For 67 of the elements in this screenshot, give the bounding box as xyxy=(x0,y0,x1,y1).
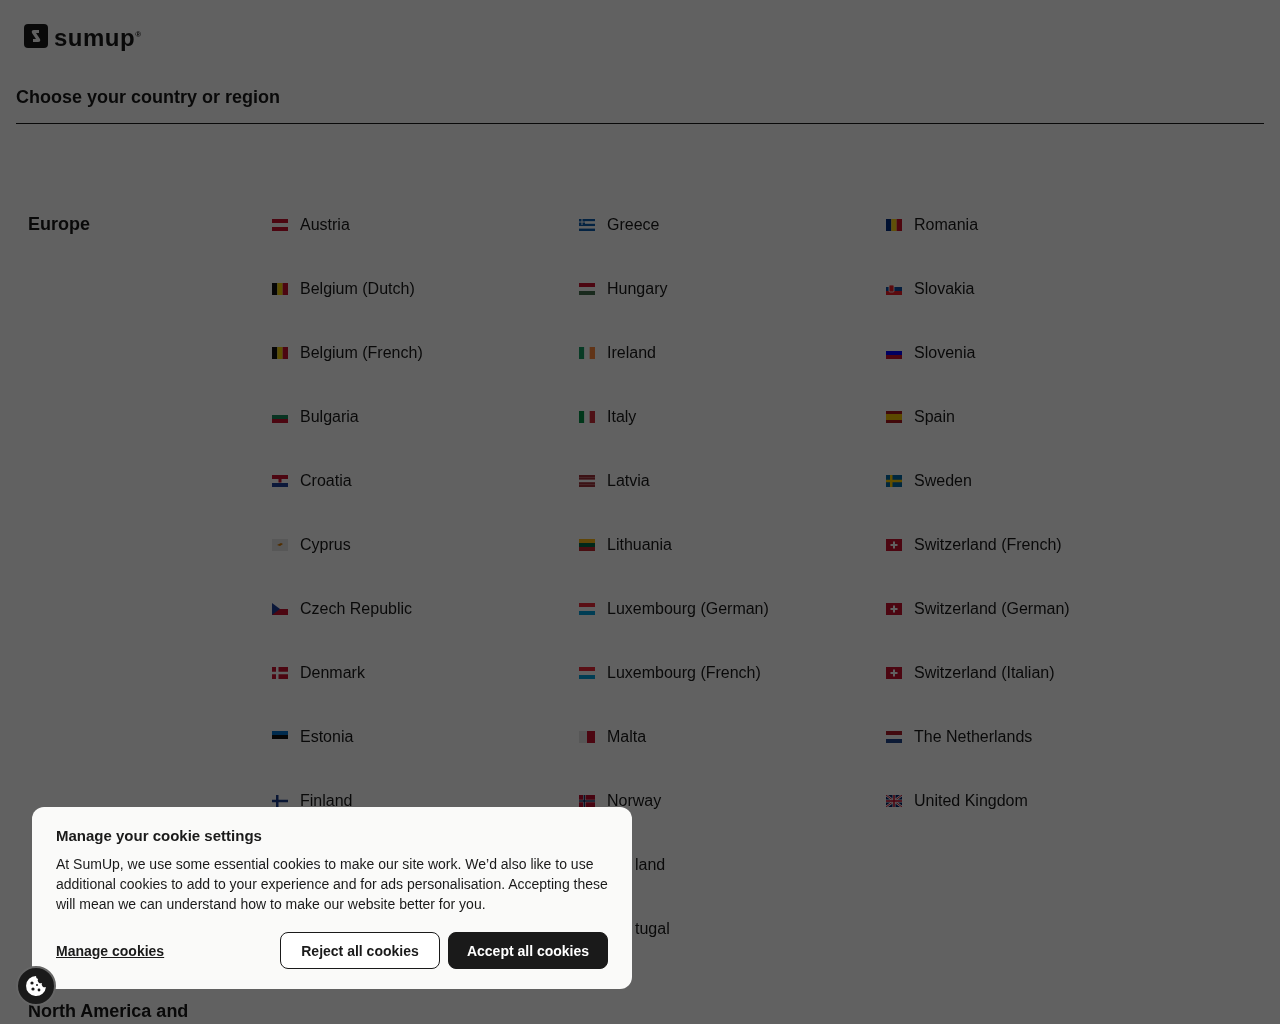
country-link[interactable]: Belgium (French) xyxy=(272,341,579,365)
country-link[interactable]: Norway xyxy=(579,789,886,813)
country-link[interactable]: Greece xyxy=(579,213,886,237)
country-link[interactable]: Cyprus xyxy=(272,533,579,557)
logo-wordmark: sumup$^{®}$ xyxy=(54,22,142,50)
page-title: Choose your country or region xyxy=(16,86,282,109)
country-link[interactable]: Sweden xyxy=(886,469,1193,493)
reject-button[interactable]: Reject all cookies xyxy=(280,932,440,969)
flag-icon xyxy=(579,539,595,551)
flag-icon xyxy=(579,347,595,359)
flag-icon xyxy=(886,475,902,487)
country-link[interactable]: United Kingdom xyxy=(886,789,1193,813)
flag-icon xyxy=(579,219,595,231)
country-link[interactable]: Malta xyxy=(579,725,886,749)
manage-cookies-link[interactable]: Manage cookies xyxy=(56,942,165,959)
flag-icon xyxy=(272,667,288,679)
flag-icon xyxy=(886,219,902,231)
cookie-icon xyxy=(24,974,48,998)
flag-icon xyxy=(579,603,595,615)
flag-icon xyxy=(272,347,288,359)
flag-icon xyxy=(886,731,902,743)
country-link[interactable]: Switzerland (Italian) xyxy=(886,661,1193,685)
country-link[interactable]: Romania xyxy=(886,213,1193,237)
country-link[interactable]: Croatia xyxy=(272,469,579,493)
country-link[interactable]: Spain xyxy=(886,405,1193,429)
flag-icon xyxy=(886,667,902,679)
country-link[interactable]: The Netherlands xyxy=(886,725,1193,749)
country-link[interactable]: Ireland xyxy=(579,341,886,365)
accept-button[interactable]: Accept all cookies xyxy=(448,932,608,969)
country-link[interactable]: Luxembourg (French) xyxy=(579,661,886,685)
flag-icon xyxy=(579,475,595,487)
flag-icon xyxy=(579,283,595,295)
country-link[interactable]: Slovenia xyxy=(886,341,1193,365)
region-heading: Europe xyxy=(28,213,91,236)
country-link[interactable]: Switzerland (French) xyxy=(886,533,1193,557)
logo-icon xyxy=(24,24,48,48)
flag-icon xyxy=(579,731,595,743)
flag-icon xyxy=(886,411,902,423)
flag-icon xyxy=(272,475,288,487)
flag-icon xyxy=(886,539,902,551)
flag-icon xyxy=(886,795,902,807)
country-link[interactable]: Czech Republic xyxy=(272,597,579,621)
region-heading: North America and xyxy=(28,1000,190,1023)
flag-icon xyxy=(272,539,288,551)
banner-title: Manage your cookie settings xyxy=(56,827,263,844)
country-link[interactable]: Italy xyxy=(579,405,886,429)
country-link[interactable]: Estonia xyxy=(272,725,579,749)
country-link[interactable]: Latvia xyxy=(579,469,886,493)
country-link[interactable]: Belgium (Dutch) xyxy=(272,277,579,301)
country-link[interactable]: Switzerland (German) xyxy=(886,597,1193,621)
flag-icon xyxy=(579,667,595,679)
banner-text: At SumUp, we use some essential cookies to make our site work. We’d also like to use additional cookies to add to your experience and for ads personalisation. Accepting these will mean we can understand how to make our website better for you. xyxy=(56,855,608,914)
cookie-settings-button[interactable] xyxy=(16,966,56,1006)
country-link[interactable]: Hungary xyxy=(579,277,886,301)
country-link[interactable]: Bulgaria xyxy=(272,405,579,429)
country-link[interactable]: Austria xyxy=(272,213,579,237)
flag-icon xyxy=(272,283,288,295)
flag-icon xyxy=(886,283,902,295)
flag-icon xyxy=(272,219,288,231)
flag-icon xyxy=(272,795,288,807)
country-link[interactable]: Lithuania xyxy=(579,533,886,557)
flag-icon xyxy=(272,603,288,615)
flag-icon xyxy=(886,603,902,615)
country-link[interactable]: Slovakia xyxy=(886,277,1193,301)
flag-icon xyxy=(579,411,595,423)
country-link[interactable]: Denmark xyxy=(272,661,579,685)
country-link[interactable]: Luxembourg (German) xyxy=(579,597,886,621)
